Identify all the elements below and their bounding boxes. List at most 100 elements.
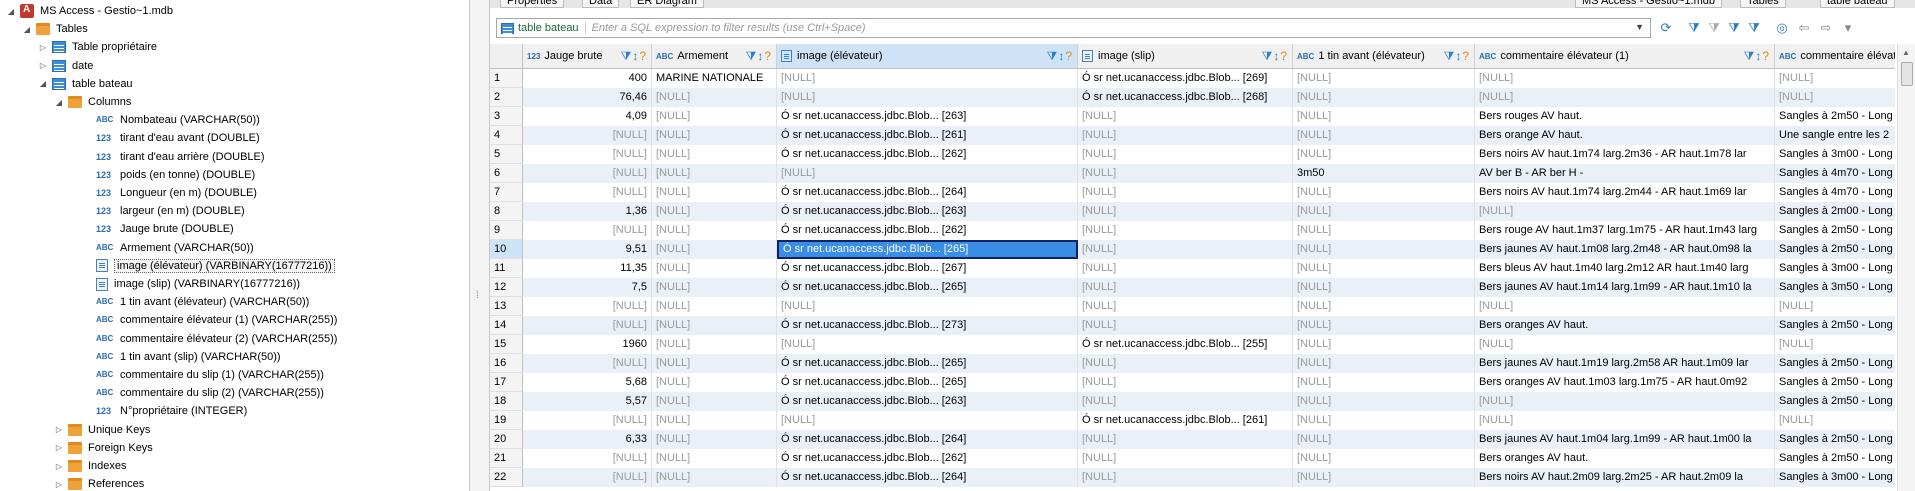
table-cell[interactable]: Bers rouge AV haut.1m37 larg.1m75 - AR h…: [1475, 221, 1775, 240]
table-cell[interactable]: [NULL]: [1475, 88, 1775, 107]
column-header[interactable]: ABC 1 tin avant (élévateur) ⧩↕?: [1293, 44, 1475, 69]
table-cell[interactable]: [NULL]: [652, 183, 777, 202]
row-number[interactable]: 7: [490, 183, 523, 202]
table-cell[interactable]: [NULL]: [777, 297, 1078, 316]
table-cell[interactable]: [NULL]: [1078, 430, 1293, 449]
table-row[interactable]: [NULL] [NULL] Ó sr net.ucanaccess.jdbc.Blo…: [523, 145, 1895, 164]
table-cell[interactable]: [NULL]: [1293, 183, 1475, 202]
column-header[interactable]: ABC Armement ⧩↕?: [652, 44, 777, 69]
tree-item-connection[interactable]: ◢ MS Access - Gestio~1.mdb: [6, 2, 173, 20]
collapsed-arrow-icon[interactable]: ▷: [38, 61, 48, 70]
row-number[interactable]: 4: [490, 126, 523, 145]
vertical-scrollbar[interactable]: ▲: [1897, 44, 1915, 491]
table-cell[interactable]: Sangles à 2m00 - Long: [1775, 202, 1895, 221]
table-cell[interactable]: Sangles à 2m50 - Long: [1775, 392, 1895, 411]
table-cell[interactable]: [NULL]: [1078, 259, 1293, 278]
tree-item-column[interactable]: ABC commentaire élévateur (1) (VARCHAR(25…: [82, 311, 337, 329]
table-cell[interactable]: 1,36: [523, 202, 652, 221]
table-cell[interactable]: [NULL]: [1078, 145, 1293, 164]
tree-item-folder[interactable]: ▷ References: [54, 475, 144, 491]
table-row[interactable]: 11,35 [NULL] Ó sr net.ucanaccess.jdbc.Blob…: [523, 259, 1895, 278]
table-cell[interactable]: [NULL]: [652, 107, 777, 126]
row-number[interactable]: 1: [490, 69, 523, 88]
tree-item-column[interactable]: 123 poids (en tonne) (DOUBLE): [82, 166, 255, 184]
table-cell[interactable]: Bers oranges AV haut.1m03 larg.1m75 - AR…: [1475, 373, 1775, 392]
table-cell[interactable]: Ó sr net.ucanaccess.jdbc.Blob... [255]: [1078, 335, 1293, 354]
table-cell[interactable]: Sangles à 2m50 - Long: [1775, 430, 1895, 449]
table-cell[interactable]: [NULL]: [1475, 335, 1775, 354]
table-cell[interactable]: [NULL]: [1293, 335, 1475, 354]
table-row[interactable]: [NULL] [NULL] [NULL] Ó sr net.ucanaccess.jd…: [523, 411, 1895, 430]
column-filter-sort-icon[interactable]: ⧩↕?: [1262, 49, 1288, 64]
table-cell[interactable]: [NULL]: [1078, 392, 1293, 411]
table-cell[interactable]: Sangles à 3m50 - Long: [1775, 278, 1895, 297]
table-cell[interactable]: Ó sr net.ucanaccess.jdbc.Blob... [268]: [1078, 88, 1293, 107]
table-cell[interactable]: Ó sr net.ucanaccess.jdbc.Blob... [269]: [1078, 69, 1293, 88]
table-cell[interactable]: [NULL]: [1775, 69, 1895, 88]
table-cell[interactable]: [NULL]: [523, 145, 652, 164]
table-cell[interactable]: Sangles à 2m50 - Long: [1775, 316, 1895, 335]
tree-item-table[interactable]: ▷ date: [38, 57, 93, 75]
table-cell[interactable]: Bers noirs AV haut.2m09 larg.2m25 - AR h…: [1475, 468, 1775, 487]
table-cell[interactable]: [NULL]: [1775, 88, 1895, 107]
table-cell[interactable]: [NULL]: [652, 145, 777, 164]
table-cell[interactable]: [NULL]: [1078, 202, 1293, 221]
tree-item-folder[interactable]: ▷ Indexes: [54, 457, 127, 475]
table-cell[interactable]: [NULL]: [1293, 411, 1475, 430]
table-row[interactable]: 6,33 [NULL] Ó sr net.ucanaccess.jdbc.Blob.…: [523, 430, 1895, 449]
table-cell[interactable]: [NULL]: [1078, 297, 1293, 316]
table-cell[interactable]: [NULL]: [1775, 297, 1895, 316]
column-filter-sort-icon[interactable]: ⧩↕?: [1444, 49, 1470, 64]
row-number[interactable]: 10: [490, 240, 523, 259]
table-cell[interactable]: Bers jaunes AV haut.1m08 larg.2m48 - AR …: [1475, 240, 1775, 259]
table-row[interactable]: 400 MARINE NATIONALE [NULL] Ó sr net.ucanac…: [523, 69, 1895, 88]
table-cell[interactable]: Ó sr net.ucanaccess.jdbc.Blob... [262]: [777, 449, 1078, 468]
tree-item-column[interactable]: image (slip) (VARBINARY(16777216)): [82, 275, 300, 293]
table-cell[interactable]: [NULL]: [652, 126, 777, 145]
column-header[interactable]: image (élévateur) ⧩↕?: [777, 44, 1078, 69]
forward-icon[interactable]: ⇨: [1817, 20, 1835, 36]
table-row[interactable]: [NULL] [NULL] Ó sr net.ucanaccess.jdbc.Blo…: [523, 316, 1895, 335]
expanded-arrow-icon[interactable]: ◢: [6, 7, 16, 16]
table-cell[interactable]: [NULL]: [1293, 278, 1475, 297]
table-row[interactable]: [NULL] [NULL] Ó sr net.ucanaccess.jdbc.Blo…: [523, 126, 1895, 145]
table-cell[interactable]: Ó sr net.ucanaccess.jdbc.Blob... [263]: [777, 202, 1078, 221]
table-cell[interactable]: 5,68: [523, 373, 652, 392]
table-cell[interactable]: [NULL]: [1293, 354, 1475, 373]
table-cell[interactable]: Ó sr net.ucanaccess.jdbc.Blob... [273]: [777, 316, 1078, 335]
table-cell[interactable]: [NULL]: [1078, 183, 1293, 202]
table-cell[interactable]: [NULL]: [1078, 316, 1293, 335]
tree-item-column[interactable]: 123 Longueur (en m) (DOUBLE): [82, 184, 257, 202]
tree-item-tables[interactable]: ◢ Tables: [22, 20, 88, 38]
table-cell[interactable]: Bers oranges AV haut.: [1475, 316, 1775, 335]
table-cell[interactable]: 11,35: [523, 259, 652, 278]
table-cell[interactable]: Une sangle entre les 2: [1775, 126, 1895, 145]
table-cell[interactable]: [NULL]: [652, 354, 777, 373]
table-cell[interactable]: Sangles à 3m00 - Long: [1775, 259, 1895, 278]
tree-item-column[interactable]: ABC 1 tin avant (slip) (VARCHAR(50)): [82, 348, 281, 366]
table-cell[interactable]: Bers bleus AV haut.1m40 larg.2m12 AR hau…: [1475, 259, 1775, 278]
row-number[interactable]: 5: [490, 145, 523, 164]
row-number[interactable]: 3: [490, 107, 523, 126]
collapsed-arrow-icon[interactable]: ▷: [54, 443, 64, 452]
table-cell[interactable]: Ó sr net.ucanaccess.jdbc.Blob... [265]: [777, 278, 1078, 297]
table-cell[interactable]: [NULL]: [777, 69, 1078, 88]
table-cell[interactable]: [NULL]: [523, 316, 652, 335]
table-cell[interactable]: Ó sr net.ucanaccess.jdbc.Blob... [264]: [777, 430, 1078, 449]
row-number[interactable]: 16: [490, 354, 523, 373]
filter-input[interactable]: table bateau Enter a SQL expression to f…: [496, 18, 1651, 38]
table-cell[interactable]: [NULL]: [652, 259, 777, 278]
panels-icon[interactable]: ◎: [1773, 20, 1791, 36]
breadcrumb-tables[interactable]: Tables: [1740, 0, 1786, 8]
table-cell[interactable]: [NULL]: [777, 411, 1078, 430]
column-filter-sort-icon[interactable]: ⧩↕?: [1744, 49, 1770, 64]
scroll-up-icon[interactable]: ▲: [1902, 48, 1910, 57]
table-cell[interactable]: Ó sr net.ucanaccess.jdbc.Blob... [267]: [777, 259, 1078, 278]
clear-filter-icon[interactable]: ⧩: [1705, 20, 1723, 36]
table-cell[interactable]: [NULL]: [652, 449, 777, 468]
row-number[interactable]: 2: [490, 88, 523, 107]
tree-item-column[interactable]: 123 largeur (en m) (DOUBLE): [82, 202, 245, 220]
tab-data[interactable]: Data: [582, 0, 620, 8]
table-cell[interactable]: Bers oranges AV haut.: [1475, 449, 1775, 468]
table-cell[interactable]: [NULL]: [523, 221, 652, 240]
